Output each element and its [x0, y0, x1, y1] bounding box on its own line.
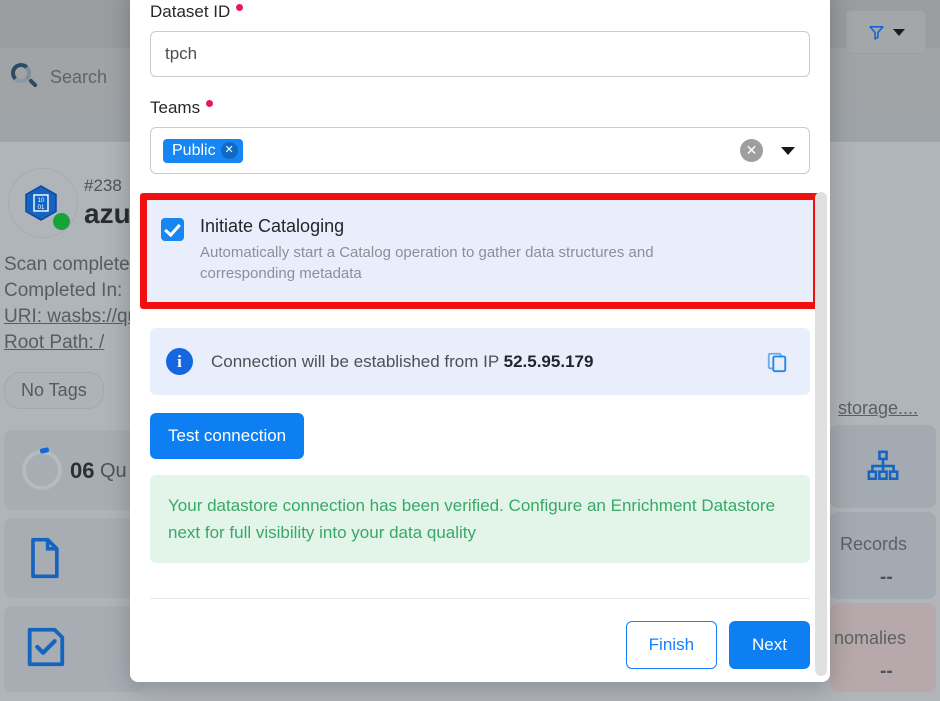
- uri-link-tail[interactable]: storage....: [838, 398, 918, 419]
- dataset-id-label-row: Dataset ID: [150, 2, 810, 22]
- records-value: --: [880, 567, 893, 588]
- teams-label: Teams: [150, 98, 201, 117]
- chevron-down-icon[interactable]: [781, 146, 795, 155]
- teams-field: Teams Public ✕ ✕: [150, 98, 810, 174]
- connection-success-message: Your datastore connection has been verif…: [150, 475, 810, 563]
- clear-icon[interactable]: ✕: [740, 139, 763, 162]
- svg-text:01: 01: [38, 205, 45, 211]
- status-badge: [53, 213, 70, 230]
- initiate-cataloging-checkbox[interactable]: [161, 218, 184, 241]
- uri-line: URI: wasbs://qu: [4, 304, 138, 330]
- modal-scrollbar[interactable]: [815, 192, 827, 676]
- dataset-id-field: Dataset ID: [150, 2, 810, 77]
- documents-card[interactable]: [4, 518, 144, 598]
- avatar: 10 01: [8, 168, 78, 238]
- initiate-cataloging-row[interactable]: Initiate Cataloging Automatically start …: [147, 200, 813, 302]
- records-card[interactable]: Records --: [830, 512, 936, 599]
- tags-badge[interactable]: No Tags: [4, 372, 104, 409]
- required-indicator-icon: [236, 4, 244, 11]
- dataset-id-input[interactable]: [150, 31, 810, 77]
- root-path-line: Root Path: /: [4, 330, 138, 356]
- root-path-link[interactable]: Root Path: /: [4, 332, 104, 353]
- team-chip[interactable]: Public ✕: [163, 138, 243, 163]
- connection-ip-prefix: Connection will be established from IP: [211, 351, 504, 371]
- quality-score-card[interactable]: 06 Qu: [4, 430, 144, 510]
- next-button[interactable]: Next: [729, 621, 810, 669]
- connection-ip-banner: i Connection will be established from IP…: [150, 328, 810, 395]
- modal-body: Dataset ID Teams Public ✕ ✕: [130, 0, 830, 669]
- uri-link[interactable]: URI: wasbs://qu: [4, 306, 138, 327]
- teams-select[interactable]: Public ✕ ✕: [150, 127, 810, 174]
- finish-button[interactable]: Finish: [625, 621, 718, 669]
- initiate-cataloging-description: Automatically start a Catalog operation …: [200, 244, 654, 282]
- quality-score-label: Qu: [100, 460, 127, 482]
- modal-footer: Finish Next: [150, 621, 810, 669]
- anomalies-label: nomalies: [834, 628, 907, 648]
- funnel-icon: [868, 25, 884, 40]
- scan-status: Scan complete: [4, 254, 130, 275]
- hierarchy-card[interactable]: [830, 425, 936, 508]
- initiate-cataloging-title: Initiate Cataloging: [200, 216, 345, 236]
- anomalies-card[interactable]: nomalies --: [830, 603, 936, 692]
- search-icon: [8, 60, 42, 94]
- datastore-meta: Scan complete Completed In: URI: wasbs:/…: [4, 252, 138, 356]
- connection-ip-text: Connection will be established from IP 5…: [211, 352, 593, 372]
- teams-label-row: Teams: [150, 98, 810, 118]
- info-icon: i: [166, 348, 193, 375]
- anomalies-value: --: [880, 661, 893, 682]
- search-input[interactable]: Search: [50, 67, 107, 88]
- datastore-header: 10 01 #238 azur: [8, 168, 142, 238]
- test-connection-button[interactable]: Test connection: [150, 413, 305, 459]
- footer-divider: [150, 598, 810, 599]
- test-connection-row: Test connection: [150, 413, 810, 459]
- completed-in: Completed In:: [4, 280, 123, 301]
- document-icon: [31, 537, 59, 579]
- add-datastore-modal: Dataset ID Teams Public ✕ ✕: [130, 0, 830, 682]
- chevron-down-icon: [892, 28, 905, 36]
- hierarchy-icon: [867, 450, 899, 481]
- quality-score-value: 06: [70, 458, 95, 483]
- checklist-icon: [27, 627, 65, 667]
- dataset-id-label: Dataset ID: [150, 2, 231, 21]
- chip-remove-icon[interactable]: ✕: [220, 142, 238, 159]
- progress-ring-icon: [22, 450, 62, 490]
- records-label: Records: [840, 534, 908, 554]
- cataloging-highlight: Initiate Cataloging Automatically start …: [140, 193, 820, 309]
- filter-button[interactable]: [846, 10, 926, 54]
- team-chip-label: Public: [172, 141, 216, 159]
- connection-ip-value: 52.5.95.179: [503, 351, 594, 371]
- svg-text:10: 10: [38, 198, 45, 204]
- required-indicator-icon: [206, 100, 214, 107]
- checklist-card[interactable]: [4, 606, 144, 692]
- copy-icon[interactable]: [766, 351, 788, 373]
